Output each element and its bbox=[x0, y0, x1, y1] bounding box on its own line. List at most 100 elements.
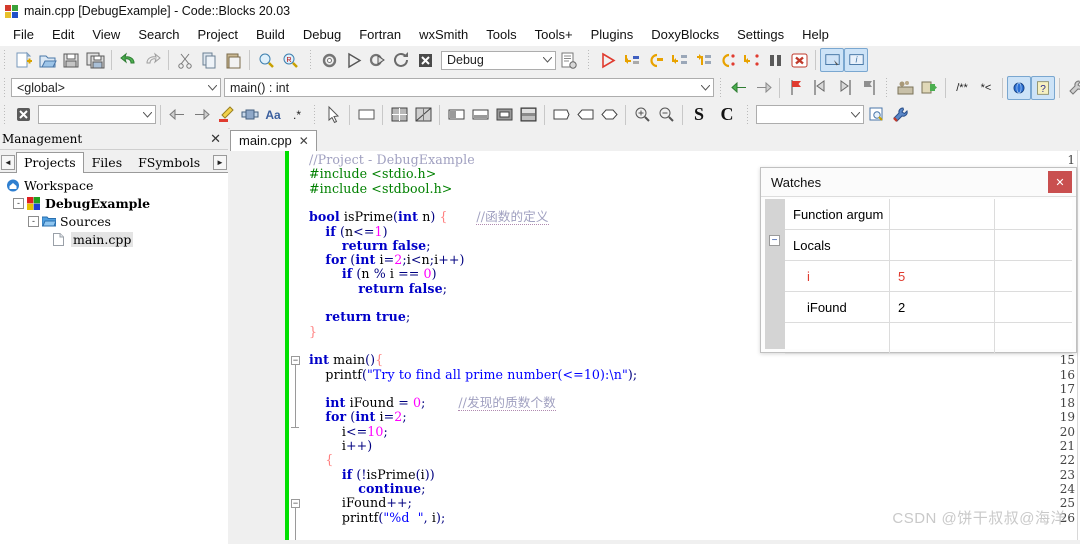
source-mode-button[interactable]: S bbox=[687, 103, 711, 127]
table-row[interactable]: i 5 bbox=[785, 261, 1072, 292]
tree-item-sources[interactable]: - Sources bbox=[0, 212, 228, 230]
doxyblocks-run-icon[interactable] bbox=[917, 76, 941, 100]
clear-bookmarks-icon[interactable] bbox=[856, 76, 880, 100]
zoom-out-icon[interactable] bbox=[654, 103, 678, 127]
code-line[interactable]: //Project - DebugExample bbox=[309, 152, 475, 167]
grid-sizer-icon[interactable] bbox=[387, 103, 411, 127]
fortran-help-icon[interactable]: ? bbox=[1031, 75, 1055, 100]
forward-icon[interactable] bbox=[751, 76, 775, 100]
tab-files[interactable]: Files bbox=[84, 152, 130, 173]
toolbar-grip[interactable] bbox=[308, 50, 315, 70]
rebuild-icon[interactable] bbox=[389, 48, 413, 72]
fortran-globals-icon[interactable] bbox=[1007, 75, 1031, 100]
fold-box-line-15[interactable]: − bbox=[291, 499, 300, 508]
paste-icon[interactable] bbox=[221, 48, 245, 72]
next-instruction-icon[interactable] bbox=[715, 48, 739, 72]
code-line[interactable]: int iFound = 0; //发现的质数个数 bbox=[309, 395, 556, 412]
tab-projects[interactable]: Projects bbox=[16, 152, 84, 173]
tab-scroll-left-icon[interactable]: ◄ bbox=[1, 155, 15, 170]
toolbar-grip[interactable] bbox=[586, 50, 593, 70]
code-line[interactable]: int main(){ bbox=[309, 353, 383, 367]
code-line[interactable]: bool isPrime(int n) { //函数的定义 bbox=[309, 209, 549, 226]
menu-fortran[interactable]: Fortran bbox=[350, 25, 410, 44]
run-to-cursor-icon[interactable] bbox=[619, 48, 643, 72]
pointer-icon[interactable] bbox=[321, 103, 345, 127]
toolbar-grip[interactable] bbox=[2, 104, 9, 125]
match-case-icon[interactable]: Aa bbox=[261, 103, 285, 127]
copy-icon[interactable] bbox=[197, 48, 221, 72]
step-into-instruction-icon[interactable] bbox=[739, 48, 763, 72]
close-icon[interactable]: ✕ bbox=[207, 132, 224, 145]
doxyblocks-comment-icon[interactable]: /** bbox=[950, 76, 974, 100]
toolbar-grip[interactable] bbox=[884, 77, 891, 98]
build-target-options-icon[interactable] bbox=[556, 48, 580, 72]
close-icon[interactable]: ✕ bbox=[1048, 171, 1072, 193]
code-line[interactable]: for (int i=2;i<n;i++) bbox=[309, 252, 465, 267]
table-row[interactable]: Function argum bbox=[785, 199, 1072, 230]
build-and-run-icon[interactable] bbox=[365, 48, 389, 72]
symbol-combo[interactable] bbox=[756, 105, 864, 124]
menu-help[interactable]: Help bbox=[793, 25, 838, 44]
close-search-icon[interactable] bbox=[11, 103, 35, 127]
next-bookmark-icon[interactable] bbox=[832, 76, 856, 100]
menu-settings[interactable]: Settings bbox=[728, 25, 793, 44]
menu-file[interactable]: File bbox=[4, 25, 43, 44]
tab-fsymbols[interactable]: FSymbols bbox=[130, 152, 208, 173]
toolbar-grip[interactable] bbox=[312, 104, 319, 125]
code-line[interactable]: if (n % i == 0) bbox=[309, 267, 437, 281]
code-line[interactable]: i++) bbox=[309, 438, 372, 453]
next-line-icon[interactable] bbox=[643, 48, 667, 72]
code-line[interactable]: return false; bbox=[309, 238, 431, 253]
toolbar-grip[interactable] bbox=[2, 50, 9, 70]
panel-icon[interactable] bbox=[354, 103, 378, 127]
menu-build[interactable]: Build bbox=[247, 25, 294, 44]
code-line[interactable]: #include <stdbool.h> bbox=[309, 181, 452, 196]
scope-combo[interactable]: <global> bbox=[11, 78, 221, 97]
stop-debugger-icon[interactable] bbox=[787, 48, 811, 72]
replace-icon[interactable]: R bbox=[278, 48, 302, 72]
box-sizer-top-icon[interactable] bbox=[444, 103, 468, 127]
function-combo[interactable]: main() : int bbox=[224, 78, 714, 97]
build-icon[interactable] bbox=[317, 48, 341, 72]
step-out-icon[interactable] bbox=[691, 48, 715, 72]
fortran-tools-icon[interactable] bbox=[1064, 76, 1080, 100]
code-line[interactable]: printf("Try to find all prime number(<=1… bbox=[309, 367, 637, 382]
menu-tools-plus[interactable]: Tools+ bbox=[526, 25, 582, 44]
code-line[interactable]: if (n<=1) bbox=[309, 224, 388, 239]
abort-icon[interactable] bbox=[413, 48, 437, 72]
back-icon[interactable] bbox=[727, 76, 751, 100]
menu-doxyblocks[interactable]: DoxyBlocks bbox=[642, 25, 728, 44]
class-mode-button[interactable]: C bbox=[715, 103, 739, 127]
code-line[interactable]: return false; bbox=[309, 281, 447, 296]
expand-icon[interactable] bbox=[597, 103, 621, 127]
configure-icon[interactable] bbox=[888, 103, 912, 127]
grid-bag-sizer-icon[interactable] bbox=[516, 103, 540, 127]
save-all-icon[interactable] bbox=[83, 48, 107, 72]
highlight-icon[interactable] bbox=[213, 103, 237, 127]
menu-plugins[interactable]: Plugins bbox=[582, 25, 643, 44]
table-row[interactable] bbox=[785, 323, 1072, 354]
tree-item-workspace[interactable]: Workspace bbox=[0, 176, 228, 194]
doxyblocks-extract-icon[interactable] bbox=[893, 76, 917, 100]
box-sizer-bottom-icon[interactable] bbox=[468, 103, 492, 127]
menu-project[interactable]: Project bbox=[189, 25, 247, 44]
new-file-icon[interactable] bbox=[11, 48, 35, 72]
break-debugger-icon[interactable] bbox=[763, 48, 787, 72]
menu-debug[interactable]: Debug bbox=[294, 25, 350, 44]
code-line[interactable]: for (int i=2; bbox=[309, 410, 407, 424]
close-icon[interactable]: ✕ bbox=[299, 134, 309, 148]
marker-margin[interactable] bbox=[273, 151, 285, 540]
code-line[interactable]: printf("%d ", i); bbox=[309, 510, 445, 525]
stretch-spacer-icon[interactable] bbox=[573, 103, 597, 127]
fold-box-line-5[interactable]: − bbox=[291, 356, 300, 365]
code-line[interactable]: continue; bbox=[309, 481, 426, 496]
regex-icon[interactable]: .* bbox=[285, 103, 309, 127]
tab-scroll-right-icon[interactable]: ► bbox=[213, 155, 227, 170]
zoom-in-icon[interactable] bbox=[630, 103, 654, 127]
find-icon[interactable] bbox=[254, 48, 278, 72]
menu-tools[interactable]: Tools bbox=[477, 25, 525, 44]
toolbar-grip[interactable] bbox=[745, 104, 752, 125]
table-row[interactable]: iFound 2 bbox=[785, 292, 1072, 323]
redo-icon[interactable] bbox=[140, 48, 164, 72]
previous-bookmark-icon[interactable] bbox=[808, 76, 832, 100]
